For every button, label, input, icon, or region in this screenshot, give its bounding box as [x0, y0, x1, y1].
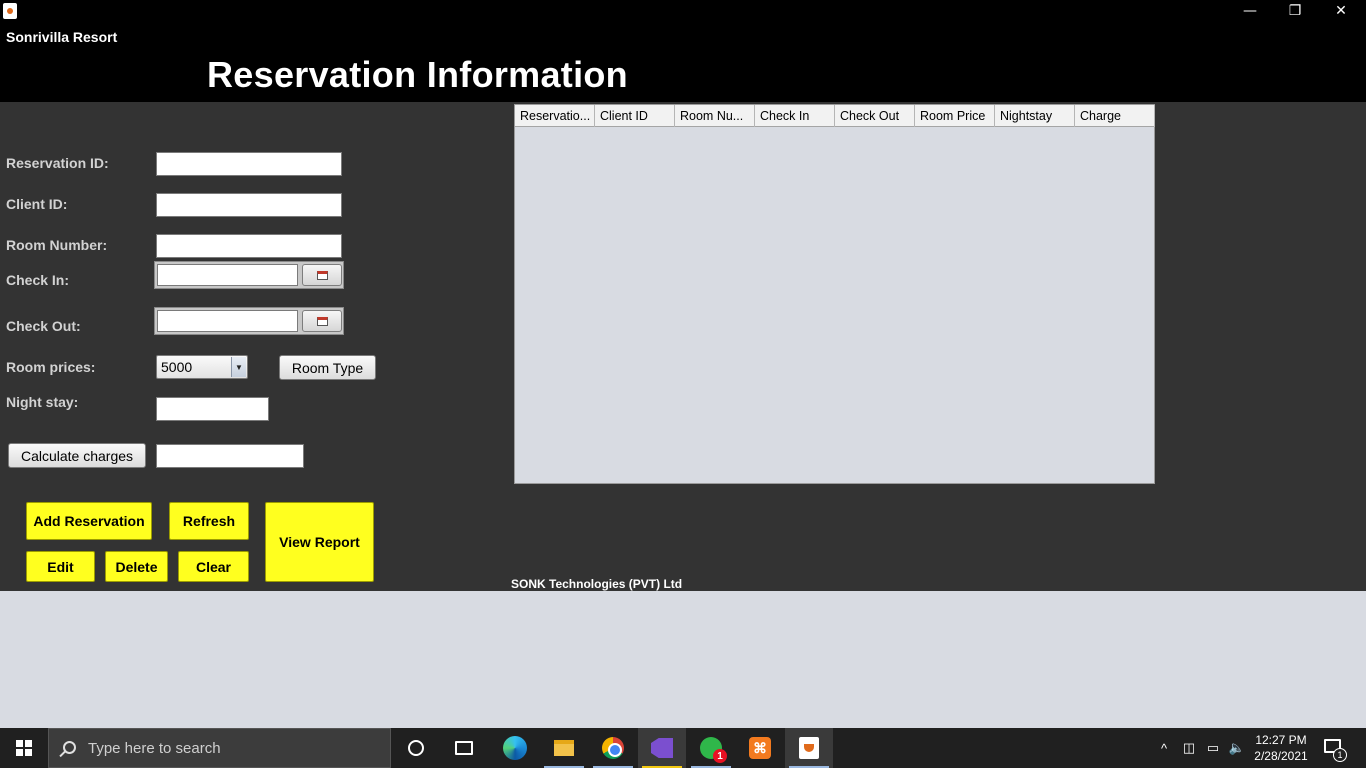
- task-view-button[interactable]: [440, 728, 488, 768]
- task-view-icon: [455, 741, 473, 755]
- column-header-nightstay[interactable]: Nightstay: [995, 105, 1075, 127]
- tray-overflow-button[interactable]: ^: [1153, 728, 1175, 768]
- tray-device-icon[interactable]: ◫: [1178, 728, 1200, 768]
- volume-icon[interactable]: 🔈: [1226, 728, 1248, 768]
- room-number-field[interactable]: [156, 234, 342, 258]
- page-title: Reservation Information: [207, 54, 628, 95]
- calendar-icon: [316, 270, 328, 280]
- app-name: Sonrivilla Resort: [6, 29, 118, 45]
- table-header: Reservatio... Client ID Room Nu... Check…: [515, 105, 1155, 127]
- java-icon: [799, 737, 819, 759]
- xampp-icon: ⌘: [749, 737, 771, 759]
- minimize-button[interactable]: —: [1227, 0, 1273, 22]
- chevron-up-icon: ^: [1160, 740, 1168, 756]
- client-id-field[interactable]: [156, 193, 342, 217]
- check-in-calendar-button[interactable]: [302, 264, 342, 286]
- edit-button[interactable]: Edit: [26, 551, 95, 582]
- taskbar-chrome[interactable]: [589, 728, 637, 768]
- taskbar-whatsapp[interactable]: 1: [687, 728, 735, 768]
- check-out-date-picker: [154, 307, 344, 335]
- refresh-button[interactable]: Refresh: [169, 502, 249, 540]
- cortana-button[interactable]: [392, 728, 440, 768]
- title-bar: — ❐ ✕ Sonrivilla Resort Reservation Info…: [0, 0, 1366, 102]
- clock-date: 2/28/2021: [1254, 749, 1308, 763]
- start-button[interactable]: [0, 728, 48, 768]
- edge-icon: [503, 736, 527, 760]
- taskbar-java-app[interactable]: [785, 728, 833, 768]
- calendar-icon: [316, 316, 328, 326]
- column-header-reservation-id[interactable]: Reservatio...: [515, 105, 595, 127]
- add-reservation-button[interactable]: Add Reservation: [26, 502, 152, 540]
- java-app-icon: [3, 3, 17, 19]
- room-type-button[interactable]: Room Type: [279, 355, 376, 380]
- column-header-client-id[interactable]: Client ID: [595, 105, 675, 127]
- room-price-dropdown[interactable]: 5000 ▼: [156, 355, 248, 379]
- check-in-label: Check In:: [6, 272, 70, 288]
- taskbar-edge[interactable]: [491, 728, 539, 768]
- reservation-id-label: Reservation ID:: [6, 155, 109, 171]
- file-explorer-icon: [554, 740, 574, 756]
- taskbar: Type here to search 1 ⌘ ^ ◫ ▭ 🔈 12:27 PM…: [0, 728, 1366, 768]
- clock-time: 12:27 PM: [1255, 733, 1307, 747]
- taskbar-visual-studio[interactable]: [638, 728, 686, 768]
- calculate-charges-button[interactable]: Calculate charges: [8, 443, 146, 468]
- night-stay-label: Night stay:: [6, 394, 79, 410]
- room-number-label: Room Number:: [6, 237, 108, 253]
- whatsapp-icon: 1: [700, 737, 727, 763]
- chrome-icon: [602, 737, 624, 759]
- column-header-charge[interactable]: Charge: [1075, 105, 1155, 127]
- search-icon: [63, 741, 76, 754]
- chevron-down-icon[interactable]: ▼: [231, 357, 246, 377]
- column-header-check-out[interactable]: Check Out: [835, 105, 915, 127]
- room-prices-label: Room prices:: [6, 359, 96, 375]
- view-report-button[interactable]: View Report: [265, 502, 374, 582]
- night-stay-field[interactable]: [156, 397, 269, 421]
- notification-count: 1: [1333, 748, 1347, 762]
- system-clock[interactable]: 12:27 PM 2/28/2021: [1248, 732, 1314, 764]
- close-button[interactable]: ✕: [1318, 0, 1364, 22]
- windows-logo-icon: [16, 740, 32, 756]
- search-placeholder: Type here to search: [88, 740, 221, 757]
- clear-button[interactable]: Clear: [178, 551, 249, 582]
- check-out-field[interactable]: [157, 310, 298, 332]
- check-out-calendar-button[interactable]: [302, 310, 342, 332]
- check-in-field[interactable]: [157, 264, 298, 286]
- whatsapp-badge: 1: [713, 749, 727, 763]
- taskbar-search-box[interactable]: Type here to search: [48, 728, 391, 768]
- client-id-label: Client ID:: [6, 196, 68, 212]
- reservation-id-field[interactable]: [156, 152, 342, 176]
- delete-button[interactable]: Delete: [105, 551, 168, 582]
- company-footer: SONK Technologies (PVT) Ltd: [511, 577, 683, 591]
- check-out-label: Check Out:: [6, 318, 81, 334]
- room-price-selected: 5000: [161, 359, 193, 375]
- taskbar-file-explorer[interactable]: [540, 728, 588, 768]
- cortana-icon: [408, 740, 424, 756]
- visual-studio-icon: [651, 738, 673, 758]
- column-header-room-number[interactable]: Room Nu...: [675, 105, 755, 127]
- check-in-date-picker: [154, 261, 344, 289]
- restore-button[interactable]: ❐: [1272, 0, 1318, 22]
- charge-field[interactable]: [156, 444, 304, 468]
- column-header-check-in[interactable]: Check In: [755, 105, 835, 127]
- reservation-table[interactable]: Reservatio... Client ID Room Nu... Check…: [514, 104, 1155, 484]
- taskbar-xampp[interactable]: ⌘: [736, 728, 784, 768]
- column-header-room-price[interactable]: Room Price: [915, 105, 995, 127]
- battery-icon[interactable]: ▭: [1202, 728, 1224, 768]
